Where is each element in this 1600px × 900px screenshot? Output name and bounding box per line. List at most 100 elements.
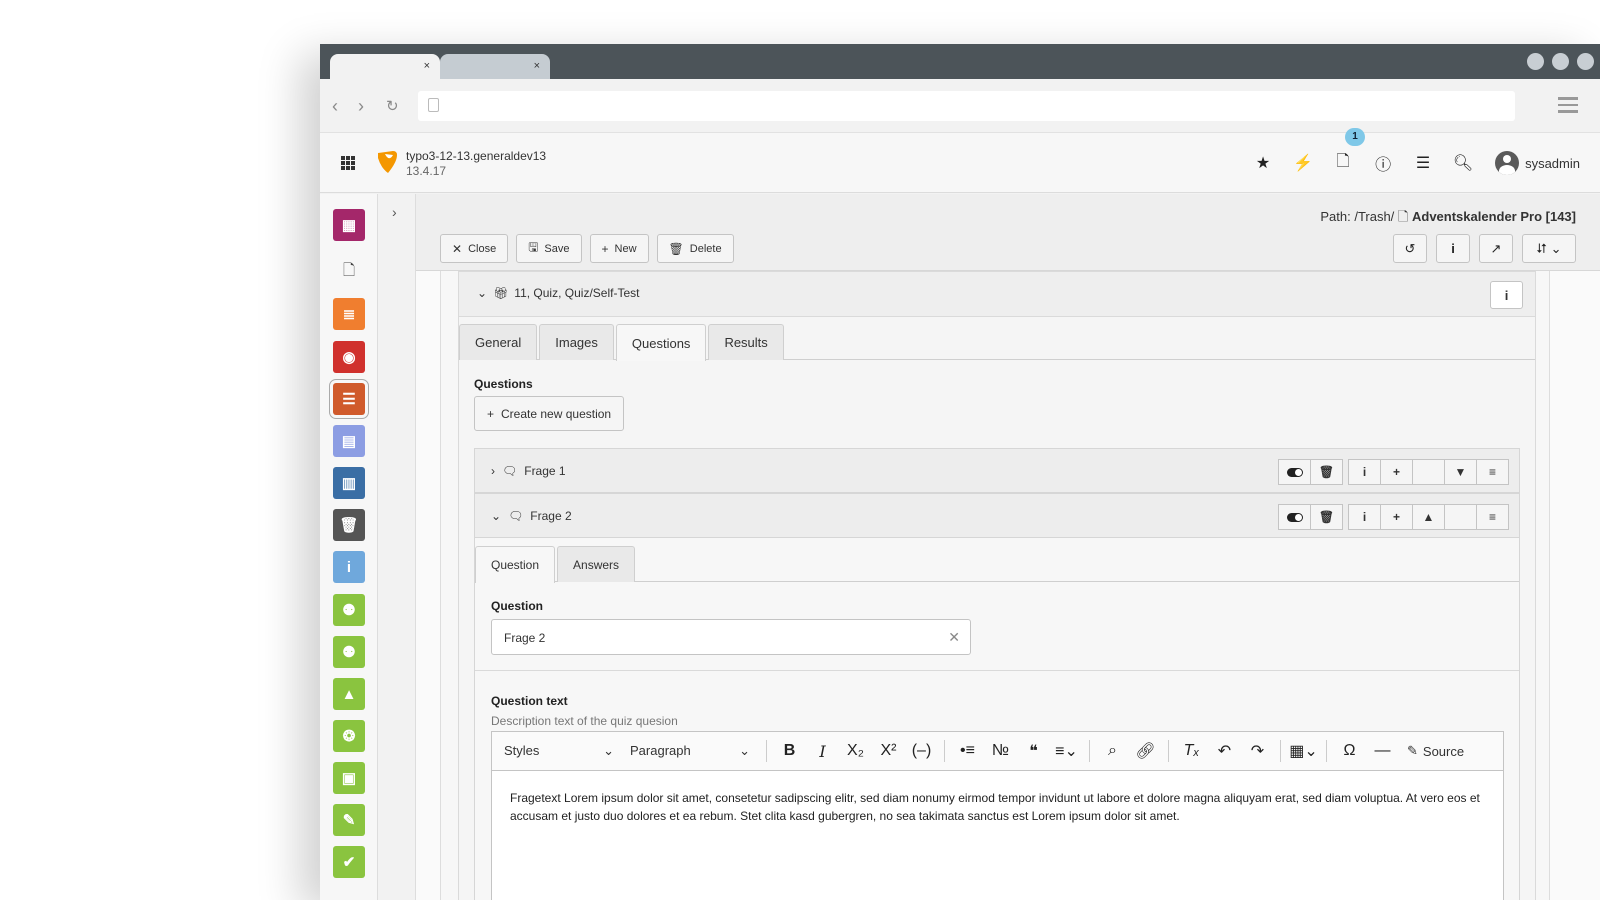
soft-hyphen-icon[interactable]: (–) [905,742,938,760]
move-down-button[interactable]: ▼ [1444,459,1477,485]
question-item-title: Frage 1 [524,464,566,478]
tab-general[interactable]: General [459,324,538,360]
styles-label: Styles [504,743,540,758]
bold-icon[interactable]: B [773,742,806,760]
users-module-icon[interactable]: ⚉ [333,594,365,626]
username: sysadmin [1525,155,1580,171]
info-button[interactable]: i [1436,234,1470,263]
toolbar-separator [1089,740,1090,762]
source-button[interactable]: ✎ Source [1407,743,1464,759]
delete-item-button[interactable]: 🗑︎ [1310,504,1343,530]
editor-content[interactable]: Fragetext Lorem ipsum dolor sit amet, co… [492,771,1503,843]
list-module-icon[interactable]: ≣ [333,298,365,330]
question-item-1[interactable]: › 🗨︎ Frage 1 🗑︎ i + ▼ ≡ [474,448,1520,493]
numbered-list-icon[interactable]: № [984,742,1017,760]
horizontal-line-icon[interactable]: — [1366,742,1399,760]
record-panel-header[interactable]: ⌄ 🎁︎ 11, Quiz, Quiz/Self-Test i [459,272,1535,317]
plus-icon: + [601,241,609,256]
open-new-window-button[interactable]: ↗ [1479,234,1513,263]
italic-icon[interactable]: I [806,742,839,761]
question-tabs: Question Answers [475,546,1519,583]
opendocs-icon[interactable]: 🗋 1 [1323,127,1366,177]
chevron-down-icon[interactable]: ⌄ [477,286,487,300]
create-question-button[interactable]: + Create new question [474,396,625,431]
clear-input-icon[interactable]: ✕ [948,629,960,646]
expand-tree-icon[interactable]: › [392,204,397,220]
styles-dropdown[interactable]: Styles ⌄ [504,743,614,759]
badge-module-icon[interactable]: ❂ [333,720,365,752]
news-module-icon[interactable]: ▤ [333,425,365,457]
undo-icon[interactable]: ↶ [1208,741,1241,761]
records-module-icon[interactable]: ☰ [329,379,369,419]
add-item-button[interactable]: + [1380,504,1413,530]
drag-handle[interactable]: ≡ [1476,459,1509,485]
close-tab-icon[interactable]: × [424,60,430,72]
special-characters-icon[interactable]: Ω [1333,742,1366,760]
close-window-button[interactable] [1577,53,1594,70]
bulleted-list-icon[interactable]: •≡ [951,742,984,760]
question-input[interactable]: Frage 2 ✕ [491,619,971,655]
module-menu-toggle-icon[interactable] [341,156,355,170]
delete-item-button[interactable]: 🗑︎ [1310,459,1343,485]
search-icon[interactable]: 🔍︎ [1443,153,1483,173]
superscript-icon[interactable]: X² [872,742,905,760]
reload-icon[interactable]: ↻ [386,97,399,115]
drag-handle[interactable]: ≡ [1476,504,1509,530]
close-tab-icon[interactable]: × [534,60,540,72]
maximize-button[interactable] [1552,53,1569,70]
tab-images[interactable]: Images [539,324,614,360]
align-icon[interactable]: ≡⌄ [1050,741,1083,761]
find-replace-icon[interactable]: ⌕ [1096,742,1129,760]
minimize-button[interactable] [1527,53,1544,70]
browser-tab-2[interactable]: × [440,54,550,79]
remove-format-icon[interactable]: Tₓ [1175,742,1208,760]
forward-icon[interactable]: › [358,96,364,117]
check-module-icon[interactable]: ✔ [333,846,365,878]
new-button[interactable]: + New [589,234,649,263]
table-icon[interactable]: ▦⌄ [1287,741,1320,761]
contact-card-module-icon[interactable]: ▣ [333,762,365,794]
record-info-button[interactable]: i [1490,281,1523,309]
save-button[interactable]: 🖫︎ Save [516,234,582,263]
dashboard-module-icon[interactable]: ▦ [333,209,365,241]
history-button[interactable]: ↺ [1393,234,1427,263]
tab-question[interactable]: Question [475,546,556,583]
link-icon[interactable]: 🔗︎ [1129,741,1162,761]
toggle-visibility-button[interactable] [1278,504,1311,530]
question-item-2[interactable]: ⌄ 🗨︎ Frage 2 🗑︎ i + ▲ ≡ [474,493,1520,538]
redo-icon[interactable]: ↷ [1241,741,1274,761]
tab-questions[interactable]: Questions [615,324,707,361]
info-module-icon[interactable]: i [333,551,365,583]
recycler-module-icon[interactable]: 🗑︎ [333,509,365,541]
subscript-icon[interactable]: X₂ [839,742,872,760]
close-button[interactable]: ✕ Close [440,234,509,263]
item-info-button[interactable]: i [1348,504,1381,530]
add-item-button[interactable]: + [1380,459,1413,485]
chevron-right-icon[interactable]: › [491,464,495,478]
edit-module-icon[interactable]: ✎ [333,804,365,836]
url-input[interactable] [418,91,1515,121]
user-menu[interactable]: sysadmin [1495,151,1580,175]
user-module-icon[interactable]: ▲ [333,678,365,710]
item-info-button[interactable]: i [1348,459,1381,485]
groups-module-icon[interactable]: ⚉ [333,636,365,668]
page-module-icon[interactable]: 🗋 [333,256,365,288]
browser-menu-icon[interactable] [1558,97,1578,117]
share-dropdown[interactable]: ⮃ ⌄ [1522,234,1576,263]
bookmark-star-icon[interactable]: ★ [1243,153,1283,173]
back-icon[interactable]: ‹ [332,96,338,117]
move-up-button[interactable]: ▲ [1412,504,1445,530]
system-info-icon[interactable]: ☰ [1403,153,1443,173]
toggle-visibility-button[interactable] [1278,459,1311,485]
forms-module-icon[interactable]: ▥ [333,467,365,499]
tab-results[interactable]: Results [708,324,784,360]
browser-tab-1[interactable]: × [330,54,440,79]
help-icon[interactable]: ⓘ [1363,151,1403,175]
paragraph-dropdown[interactable]: Paragraph ⌄ [630,743,750,759]
blockquote-icon[interactable]: ❝ [1017,741,1050,761]
delete-button[interactable]: 🗑︎ Delete [656,234,734,263]
tab-answers[interactable]: Answers [557,546,636,582]
view-module-icon[interactable]: ◉ [333,341,365,373]
flash-cache-icon[interactable]: ⚡ [1283,153,1323,173]
chevron-down-icon[interactable]: ⌄ [491,509,501,523]
